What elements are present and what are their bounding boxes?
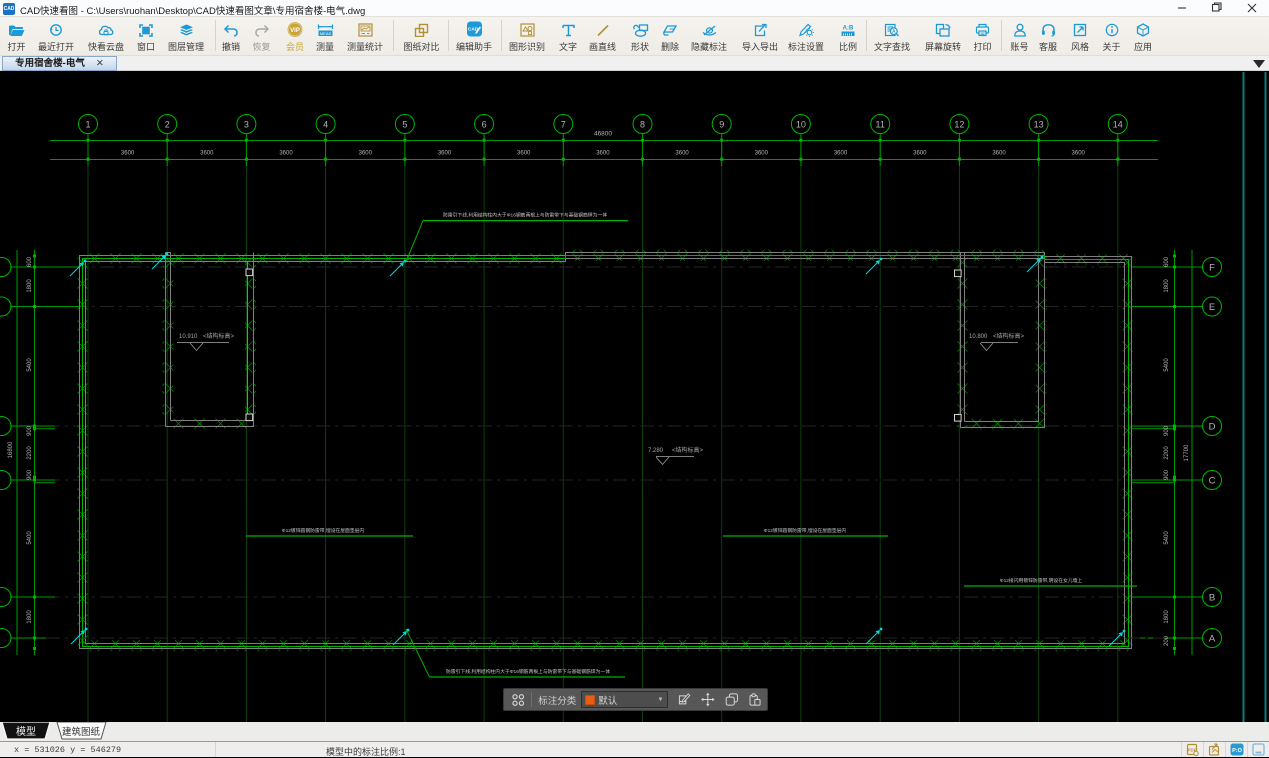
- svg-text:5400: 5400: [27, 531, 33, 545]
- svg-text:Φ12镀锌圆钢防雷带,埋设在屋面垫层内: Φ12镀锌圆钢防雷带,埋设在屋面垫层内: [282, 527, 365, 534]
- svg-text:5400: 5400: [27, 358, 33, 372]
- svg-text:4: 4: [323, 120, 328, 130]
- svg-text:3600: 3600: [121, 151, 135, 157]
- svg-text:B: B: [1209, 593, 1215, 604]
- svg-text:防雷引下线,利用结构柱内大于Φ16钢筋两根上与防雷带下与基础: 防雷引下线,利用结构柱内大于Φ16钢筋两根上与防雷带下与基础钢筋焊为一体: [446, 668, 610, 675]
- svg-text:C: C: [1209, 476, 1216, 487]
- svg-text:<结构标高>: <结构标高>: [993, 332, 1025, 340]
- svg-text:3600: 3600: [279, 151, 293, 157]
- svg-text:建筑图纸: 建筑图纸: [62, 726, 101, 738]
- svg-text:3600: 3600: [913, 151, 927, 157]
- svg-text:10.910: 10.910: [179, 334, 198, 340]
- svg-text:2200: 2200: [1164, 446, 1170, 460]
- svg-text:<结构标高>: <结构标高>: [203, 332, 235, 340]
- svg-text:3600: 3600: [359, 151, 373, 157]
- svg-text:900: 900: [1164, 425, 1170, 436]
- svg-text:14: 14: [1113, 120, 1123, 130]
- svg-text:F: F: [1209, 263, 1215, 274]
- svg-text:1800: 1800: [27, 279, 33, 293]
- svg-text:11: 11: [876, 120, 885, 130]
- svg-text:MEAS: MEAS: [319, 31, 331, 36]
- svg-text:8: 8: [640, 120, 645, 130]
- svg-text:3600: 3600: [675, 151, 689, 157]
- svg-text:模型: 模型: [16, 725, 36, 738]
- svg-text:3600: 3600: [200, 151, 214, 157]
- svg-text:Φ12接闪用镀锌防雷带,明设在女儿墙上: Φ12接闪用镀锌防雷带,明设在女儿墙上: [1000, 577, 1083, 584]
- svg-text:200: 200: [1164, 635, 1170, 646]
- svg-text:2: 2: [165, 120, 170, 130]
- svg-text:13: 13: [1034, 120, 1044, 130]
- svg-text:3600: 3600: [438, 151, 452, 157]
- svg-text:1: 1: [85, 120, 90, 130]
- svg-text:900: 900: [27, 425, 33, 436]
- svg-text:D: D: [1209, 422, 1216, 433]
- svg-text:3600: 3600: [517, 151, 531, 157]
- svg-text:7.280: 7.280: [648, 448, 664, 454]
- svg-text:3600: 3600: [755, 151, 769, 157]
- svg-text:<结构标高>: <结构标高>: [672, 446, 704, 454]
- svg-text:3600: 3600: [1072, 151, 1086, 157]
- svg-text:10.800: 10.800: [969, 334, 988, 340]
- svg-text:600: 600: [27, 256, 33, 267]
- svg-text:5: 5: [402, 120, 407, 130]
- svg-text:17700: 17700: [1184, 444, 1190, 461]
- svg-text:1800: 1800: [1164, 610, 1170, 624]
- svg-text:6: 6: [482, 120, 487, 130]
- svg-text:12: 12: [954, 120, 964, 130]
- svg-text:P:O: P:O: [1232, 748, 1243, 754]
- svg-text:3: 3: [244, 120, 249, 130]
- svg-text:5400: 5400: [1164, 358, 1170, 372]
- svg-text:2200: 2200: [27, 446, 33, 460]
- svg-text:3600: 3600: [992, 151, 1006, 157]
- svg-text:Φ12镀锌圆钢防雷带,埋设在屋面垫层内: Φ12镀锌圆钢防雷带,埋设在屋面垫层内: [764, 527, 847, 534]
- svg-text:5400: 5400: [1164, 531, 1170, 545]
- svg-text:600: 600: [1164, 256, 1170, 267]
- svg-text:900: 900: [1164, 469, 1170, 480]
- svg-text:7: 7: [561, 120, 566, 130]
- svg-text:E: E: [1209, 302, 1215, 313]
- svg-text:A:B: A:B: [843, 26, 854, 32]
- svg-text:46800: 46800: [594, 131, 612, 138]
- svg-text:1800: 1800: [27, 610, 33, 624]
- svg-text:9: 9: [719, 120, 724, 130]
- svg-text:10: 10: [796, 120, 806, 130]
- svg-text:16800: 16800: [8, 441, 14, 458]
- svg-text:900: 900: [27, 469, 33, 480]
- svg-text:3600: 3600: [834, 151, 848, 157]
- svg-text:1800: 1800: [1164, 279, 1170, 293]
- svg-text:防雷引下线,利用结构柱内大于Φ16钢筋两根上与防雷带下与基础: 防雷引下线,利用结构柱内大于Φ16钢筋两根上与防雷带下与基础钢筋焊为一体: [443, 212, 607, 219]
- svg-text:3600: 3600: [596, 151, 610, 157]
- svg-text:A: A: [1209, 634, 1216, 645]
